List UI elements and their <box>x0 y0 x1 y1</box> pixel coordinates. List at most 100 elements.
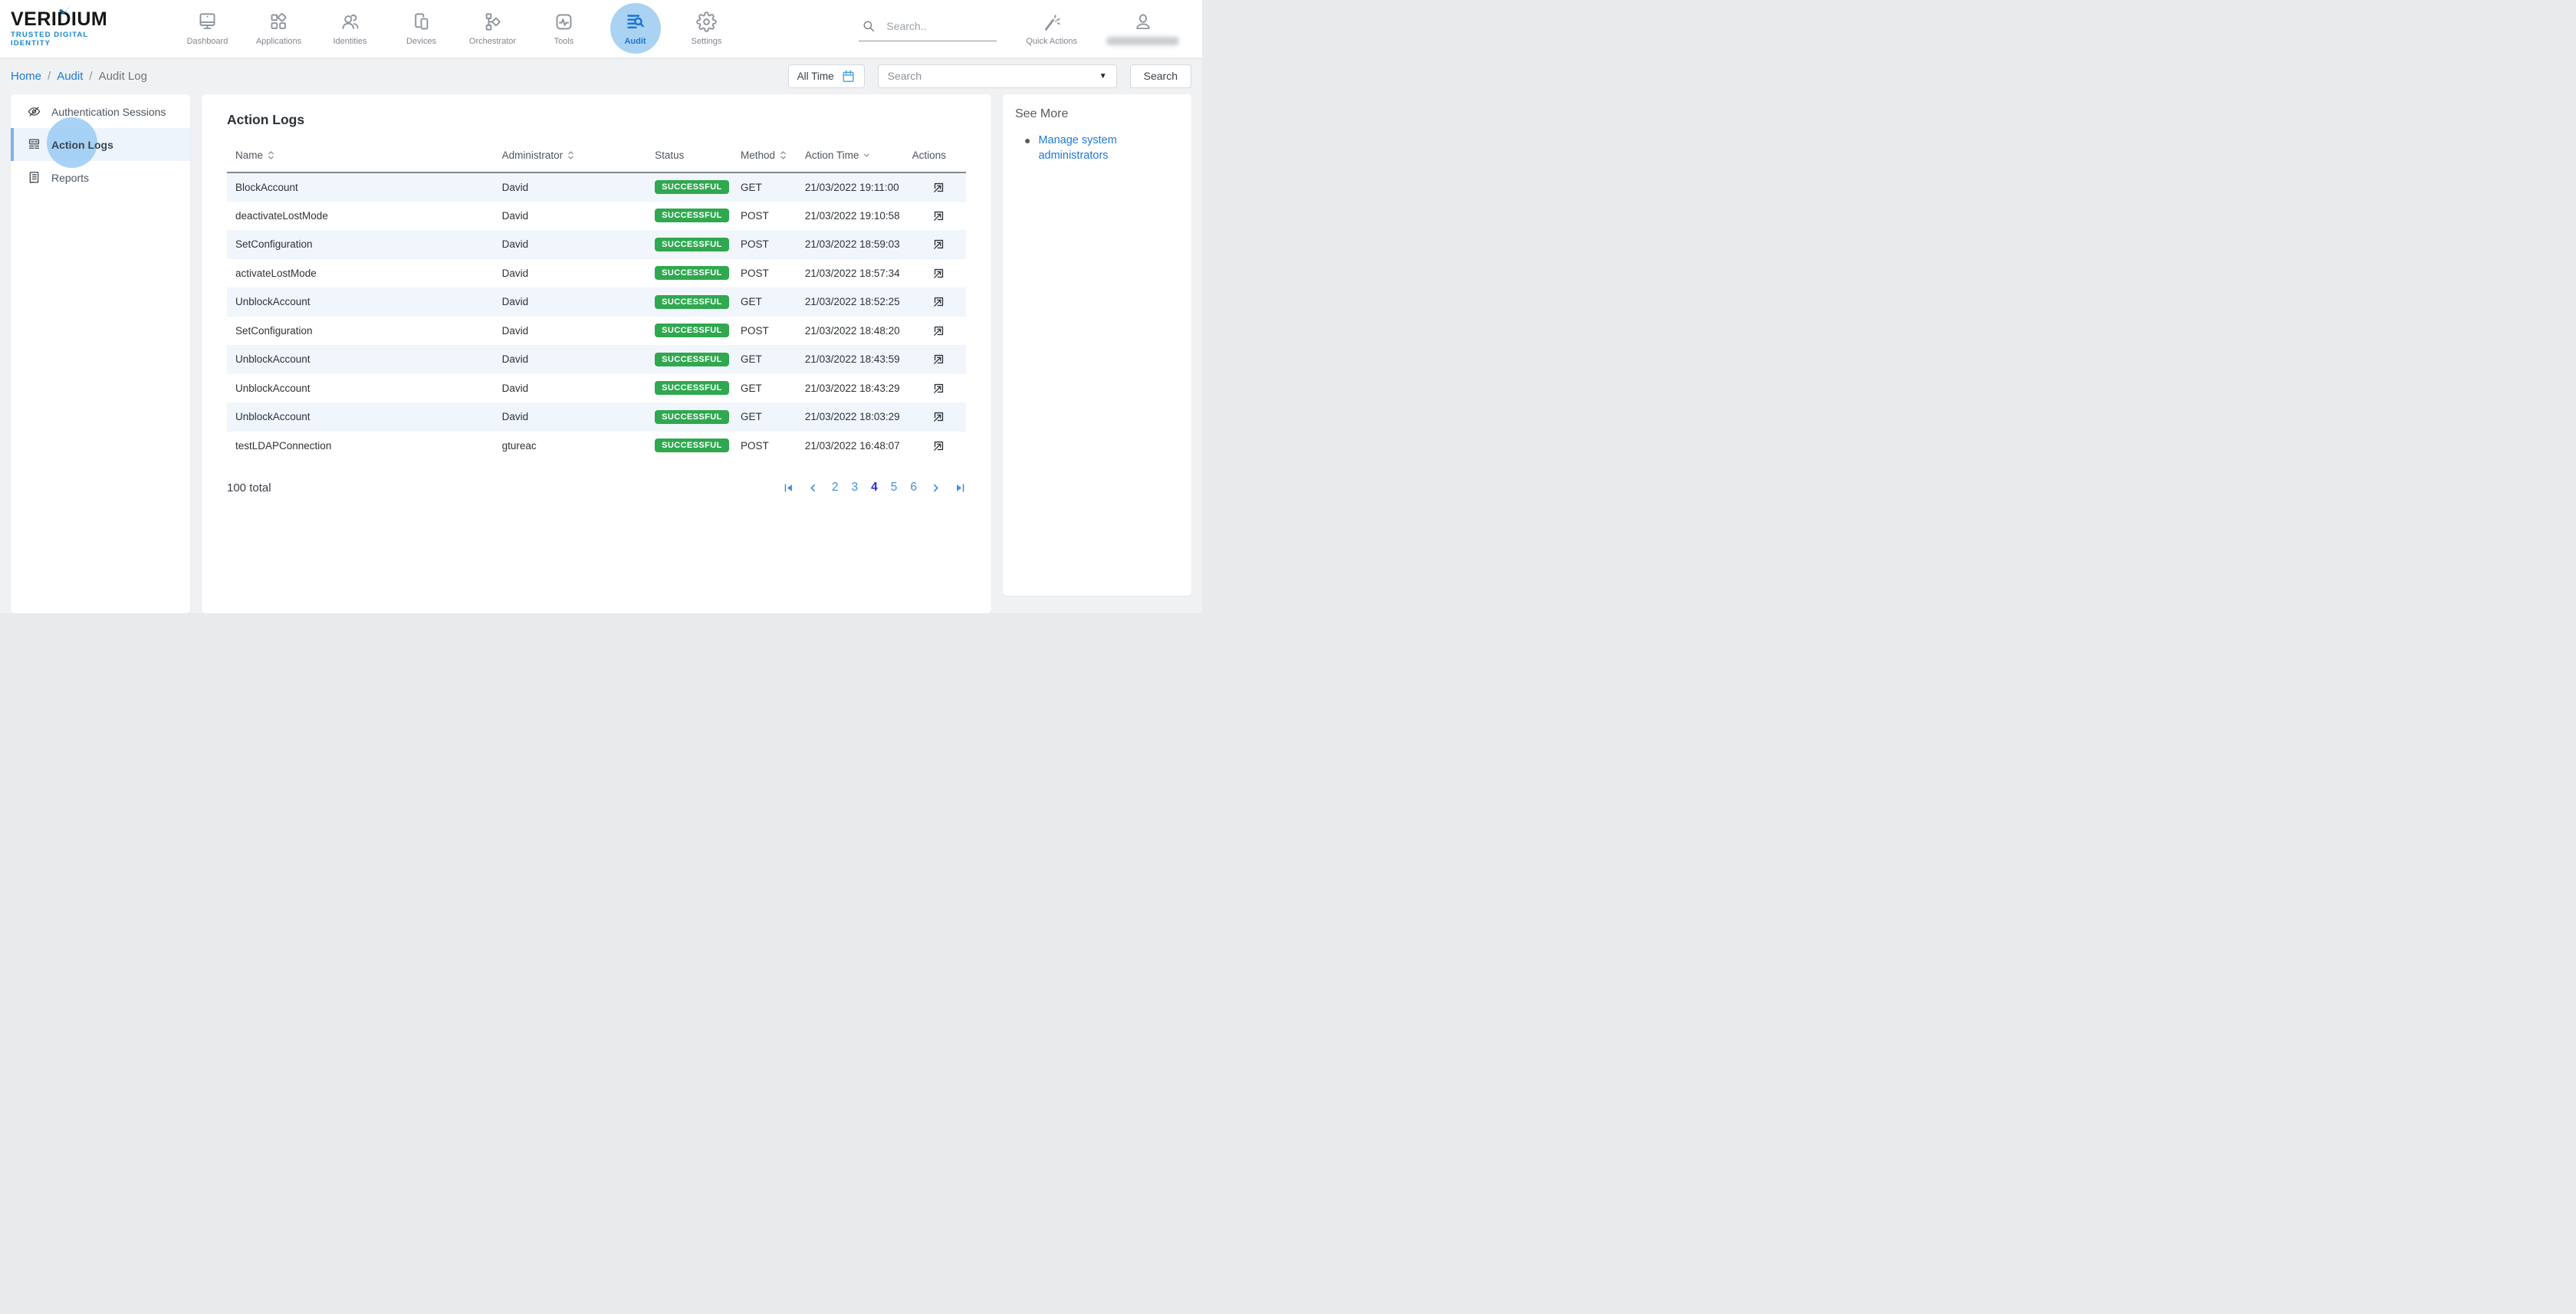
cell-action-time: 21/03/2022 19:11:00 <box>805 172 912 202</box>
table-footer: 100 total 2 3 4 5 6 <box>227 481 966 494</box>
time-filter-button[interactable]: All Time <box>788 64 865 88</box>
nav-label: Tools <box>554 37 574 46</box>
applications-icon <box>268 11 289 32</box>
quick-actions-button[interactable]: Quick Actions <box>1026 12 1077 46</box>
chevron-right-icon <box>930 482 941 494</box>
first-page-button[interactable] <box>783 482 794 494</box>
open-details-icon[interactable] <box>932 324 945 337</box>
top-bar: VERIDIUM TRUSTED DIGITAL IDENTITY Dashbo… <box>0 0 1202 57</box>
cell-administrator: David <box>502 374 656 403</box>
action-logs-table: Name Administrator Status Method Action … <box>227 143 966 460</box>
open-details-icon[interactable] <box>932 181 945 194</box>
cell-administrator: David <box>502 287 656 317</box>
sidebar-item-authentication-sessions[interactable]: Authentication Sessions <box>11 95 190 128</box>
nav-item-settings[interactable]: Settings <box>671 0 742 57</box>
first-page-icon <box>783 482 794 494</box>
table-row: testLDAPConnection gtureac SUCCESSFUL PO… <box>227 432 966 461</box>
previous-page-button[interactable] <box>807 482 819 494</box>
nav-item-identities[interactable]: Identities <box>314 0 386 57</box>
page-link[interactable]: 6 <box>910 481 917 494</box>
see-more-title: See More <box>1015 107 1179 121</box>
audit-icon <box>625 11 646 32</box>
page-link[interactable]: 2 <box>832 481 839 494</box>
column-header-status[interactable]: Status <box>655 143 741 172</box>
cell-action-time: 21/03/2022 18:48:20 <box>805 317 912 346</box>
see-more-item: ● Manage system administrators <box>1015 133 1179 163</box>
table-header-row: Name Administrator Status Method Action … <box>227 143 966 172</box>
cell-method: GET <box>741 374 805 403</box>
column-header-method[interactable]: Method <box>741 143 805 172</box>
table-row: UnblockAccount David SUCCESSFUL GET 21/0… <box>227 374 966 403</box>
sidebar-item-label: Authentication Sessions <box>51 106 166 118</box>
cell-name: UnblockAccount <box>227 345 502 374</box>
cell-name: UnblockAccount <box>227 287 502 317</box>
manage-system-administrators-link[interactable]: Manage system administrators <box>1038 133 1134 163</box>
veridium-logo[interactable]: VERIDIUM TRUSTED DIGITAL IDENTITY <box>11 10 126 48</box>
nav-item-applications[interactable]: Applications <box>243 0 314 57</box>
page-link[interactable]: 5 <box>891 481 898 494</box>
open-details-icon[interactable] <box>932 238 945 251</box>
column-header-administrator[interactable]: Administrator <box>502 143 656 172</box>
user-menu[interactable] <box>1106 12 1179 45</box>
filter-controls: All Time Search ▼ Search <box>788 64 1191 88</box>
cell-method: POST <box>741 202 805 231</box>
next-page-button[interactable] <box>930 482 941 494</box>
cell-action-time: 21/03/2022 18:57:34 <box>805 259 912 288</box>
open-details-icon[interactable] <box>932 382 945 395</box>
cell-name: BlockAccount <box>227 172 502 202</box>
open-details-icon[interactable] <box>932 353 945 366</box>
cell-name: deactivateLostMode <box>227 202 502 231</box>
nav-item-orchestrator[interactable]: Orchestrator <box>457 0 528 57</box>
status-badge: SUCCESSFUL <box>655 266 729 280</box>
identities-icon <box>340 11 360 32</box>
nav-item-dashboard[interactable]: Dashboard <box>172 0 243 57</box>
sort-both-icon <box>567 150 574 160</box>
nav-label: Applications <box>256 37 301 46</box>
open-details-icon[interactable] <box>932 209 945 222</box>
nav-item-devices[interactable]: Devices <box>386 0 457 57</box>
sidebar-item-reports[interactable]: Reports <box>11 161 190 194</box>
sort-both-icon <box>780 150 787 160</box>
table-row: BlockAccount David SUCCESSFUL GET 21/03/… <box>227 172 966 202</box>
cell-administrator: David <box>502 402 656 432</box>
nav-item-audit[interactable]: Audit <box>600 0 671 57</box>
column-header-action-time[interactable]: Action Time <box>805 143 912 172</box>
breadcrumb-bar: Home / Audit / Audit Log All Time Search… <box>0 57 1202 94</box>
cell-administrator: David <box>502 317 656 346</box>
nav-item-tools[interactable]: Tools <box>528 0 600 57</box>
open-details-icon[interactable] <box>932 295 945 308</box>
search-submit-button[interactable]: Search <box>1130 64 1191 88</box>
breadcrumb: Home / Audit / Audit Log <box>11 70 147 83</box>
nav-label: Dashboard <box>187 37 228 46</box>
last-page-button[interactable] <box>955 482 966 494</box>
open-details-icon[interactable] <box>932 410 945 423</box>
cell-name: testLDAPConnection <box>227 432 502 461</box>
page-link-current[interactable]: 4 <box>871 481 878 494</box>
time-filter-label: All Time <box>797 71 834 82</box>
cell-action-time: 21/03/2022 16:48:07 <box>805 432 912 461</box>
column-header-name[interactable]: Name <box>227 143 502 172</box>
chevron-left-icon <box>807 482 819 494</box>
page-link[interactable]: 3 <box>852 481 859 494</box>
open-details-icon[interactable] <box>932 267 945 280</box>
cell-administrator: David <box>502 230 656 259</box>
cell-method: POST <box>741 317 805 346</box>
status-badge: SUCCESSFUL <box>655 410 729 424</box>
global-search-input[interactable] <box>886 20 986 32</box>
search-field-dropdown[interactable]: Search ▼ <box>878 64 1117 88</box>
main-nav: Dashboard Applications Identities Device… <box>172 0 742 57</box>
breadcrumb-audit-link[interactable]: Audit <box>57 70 83 83</box>
status-badge: SUCCESSFUL <box>655 324 729 337</box>
cell-administrator: gtureac <box>502 432 656 461</box>
breadcrumb-home-link[interactable]: Home <box>11 70 41 83</box>
status-badge: SUCCESSFUL <box>655 439 729 452</box>
pagination: 2 3 4 5 6 <box>783 481 966 494</box>
eye-off-icon <box>27 104 41 119</box>
brand-tagline: TRUSTED DIGITAL IDENTITY <box>11 31 126 48</box>
nav-label: Devices <box>406 37 436 46</box>
sidebar-item-action-logs[interactable]: Action Logs <box>11 128 190 161</box>
cell-name: UnblockAccount <box>227 402 502 432</box>
cell-name: SetConfiguration <box>227 230 502 259</box>
open-details-icon[interactable] <box>932 439 945 452</box>
table-row: activateLostMode David SUCCESSFUL POST 2… <box>227 259 966 288</box>
